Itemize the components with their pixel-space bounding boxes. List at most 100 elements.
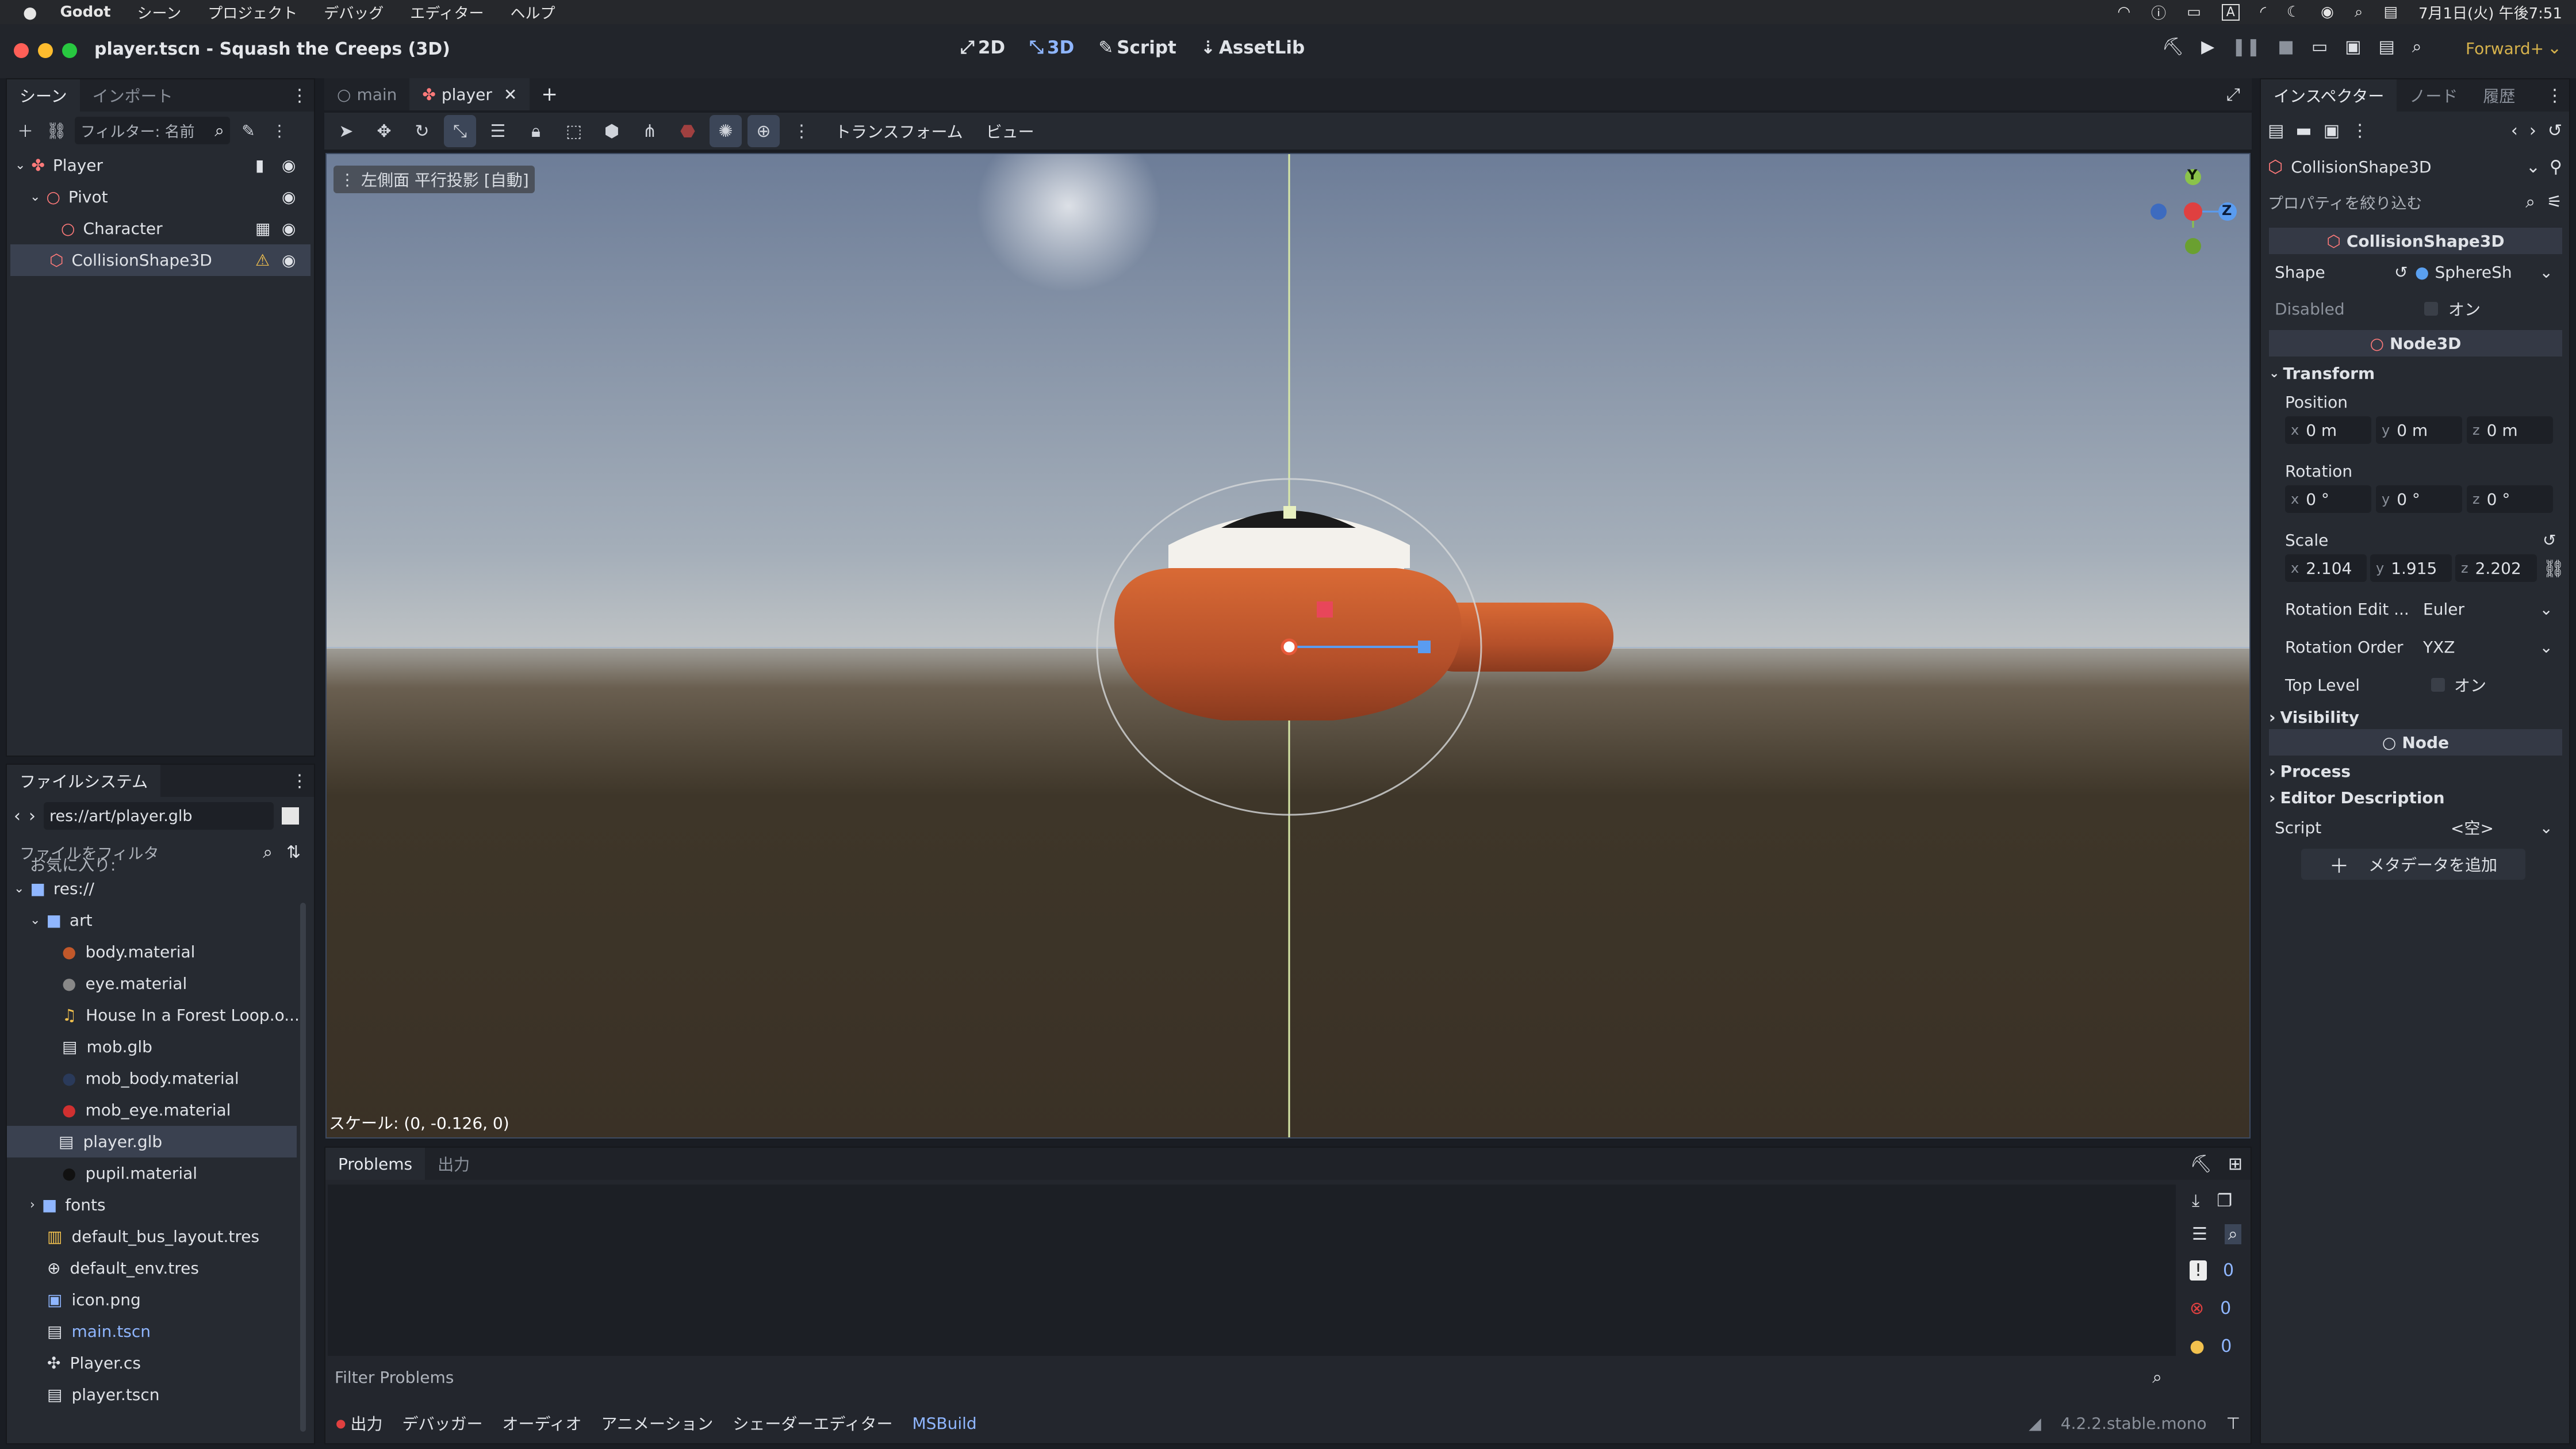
remote-icon[interactable]: ▭	[2312, 37, 2328, 57]
search-icon[interactable]: ⌕	[2224, 1224, 2241, 1244]
property-filter[interactable]: プロパティを絞り込む ⌕ ⚟	[2261, 184, 2569, 220]
menu-help[interactable]: ヘルプ	[510, 2, 555, 23]
close-window-button[interactable]	[14, 43, 29, 58]
bottom-bar-audio[interactable]: オーディオ	[502, 1412, 581, 1435]
play-custom-icon[interactable]: ▤	[2379, 37, 2395, 57]
tab-history[interactable]: 履歴	[2470, 79, 2528, 112]
kebab-icon[interactable]: ⋮	[785, 115, 818, 147]
menu-scene[interactable]: シーン	[137, 2, 182, 23]
script-attach-icon[interactable]: ✎	[236, 118, 261, 143]
link-icon[interactable]: ⛓	[44, 118, 69, 143]
menu-debug[interactable]: デバッグ	[324, 2, 384, 23]
back-icon[interactable]: ‹	[2511, 121, 2518, 141]
bottom-bar-msbuild[interactable]: MSBuild	[912, 1414, 976, 1433]
lock-icon[interactable]: 🔒︎	[520, 115, 552, 147]
group-icon[interactable]: ⬚	[558, 115, 590, 147]
fs-item-mob-body[interactable]: ● mob_body.material	[7, 1063, 314, 1094]
play-scene-icon[interactable]: ▣	[2345, 37, 2361, 57]
tab-filesystem[interactable]: ファイルシステム	[7, 765, 161, 797]
tree-row-player[interactable]: ⌄ ✤ Player ▮ ◉	[7, 150, 314, 181]
position-z[interactable]: z0 m	[2467, 416, 2553, 444]
warning-count[interactable]: ● 0	[2190, 1327, 2246, 1365]
download-icon[interactable]: ⤓	[2192, 1191, 2199, 1211]
tab-output[interactable]: 出力	[425, 1148, 482, 1180]
preview-camera-icon[interactable]: ⬣	[672, 115, 704, 147]
rotate-tool-icon[interactable]: ↻	[406, 115, 438, 147]
pause-icon[interactable]: ❚❚	[2232, 37, 2260, 57]
inspector-node-row[interactable]: ⬡ CollisionShape3D ⌄ ⚲	[2261, 150, 2569, 184]
warning-icon[interactable]: ⚠	[255, 251, 270, 270]
tree-row-collisionshape3d[interactable]: ⬡ CollisionShape3D ⚠ ◉	[10, 244, 310, 276]
fs-favorites-partial[interactable]: お気に入り:	[7, 856, 314, 873]
viewport-3d[interactable]: Y Z ⋮ 左側面 平行投影 [自動] スケール: (0, -0.126, 0)	[325, 153, 2251, 1138]
script-icon[interactable]: ▮	[255, 156, 264, 175]
pivot-center[interactable]	[1281, 638, 1298, 656]
mode-script[interactable]: ✎ Script	[1098, 37, 1176, 58]
fs-item-music[interactable]: ♫ House In a Forest Loop.o...	[7, 999, 314, 1031]
new-resource-icon[interactable]: ▤	[2268, 121, 2284, 141]
select-tool-icon[interactable]: ➤	[330, 115, 362, 147]
fs-item-player-tscn[interactable]: ▤ player.tscn	[7, 1379, 314, 1410]
shape-resource[interactable]: ● SphereSh ⌄	[2415, 263, 2553, 282]
view-menu[interactable]: ビュー	[986, 120, 1034, 143]
sun-preview-icon[interactable]: ✺	[710, 115, 742, 147]
eye-icon[interactable]: ◉	[282, 156, 296, 175]
pin-icon[interactable]: ⛏	[2190, 1154, 2212, 1174]
bottom-bar-output[interactable]: ● 出力	[336, 1412, 382, 1435]
revert-icon[interactable]: ↺	[2543, 531, 2556, 550]
fs-item-eye-material[interactable]: ● eye.material	[7, 968, 314, 999]
scale-z[interactable]: z 2.202	[2455, 554, 2537, 582]
movie-icon[interactable]: ⌕	[2412, 37, 2422, 57]
open-folder-icon[interactable]: ▬	[2295, 121, 2312, 141]
tab-problems[interactable]: Problems	[325, 1148, 425, 1180]
bottom-bar-debugger[interactable]: デバッガー	[402, 1412, 482, 1435]
tree-row-character[interactable]: ○ Character ▦ ◉	[7, 213, 314, 244]
add-node-icon[interactable]: ＋	[13, 118, 38, 143]
mode-2d[interactable]: ⤢ 2D	[960, 37, 1005, 58]
dock-menu-icon[interactable]: ⋮	[291, 86, 308, 106]
fs-path-field[interactable]: res://art/player.glb	[44, 802, 274, 830]
bottom-bar-animation[interactable]: アニメーション	[601, 1412, 714, 1435]
local-space-icon[interactable]: ⬢	[596, 115, 628, 147]
chevron-down-icon[interactable]: ⌄	[30, 913, 40, 927]
tab-inspector[interactable]: インスペクター	[2261, 79, 2397, 112]
view-menu-button[interactable]: ⋮ 左側面 平行投影 [自動]	[334, 166, 535, 193]
error-count[interactable]: ⊗ 0	[2190, 1289, 2246, 1327]
headphones-icon[interactable]: ◠	[2117, 3, 2130, 21]
eye-icon[interactable]: ◉	[282, 187, 296, 206]
fs-scrollbar[interactable]	[300, 903, 306, 1432]
scale-x[interactable]: x 2.104	[2285, 554, 2367, 582]
tab-scene[interactable]: シーン	[7, 79, 80, 112]
fs-item-player-glb[interactable]: ▤ player.glb	[7, 1126, 297, 1157]
close-icon[interactable]: ✕	[504, 85, 517, 104]
distraction-free-icon[interactable]: ⤢	[2226, 85, 2240, 105]
fs-item-bus-layout[interactable]: ▥ default_bus_layout.tres	[7, 1221, 314, 1252]
kebab-icon[interactable]: ⋮	[267, 118, 292, 143]
scale-handle-y[interactable]	[1283, 506, 1296, 519]
scale-y[interactable]: y 1.915	[2370, 554, 2452, 582]
position-y[interactable]: y0 m	[2376, 416, 2462, 444]
filter-options-icon[interactable]: ⚟	[2547, 192, 2562, 212]
chevron-down-icon[interactable]: ⌄	[2540, 263, 2553, 282]
tab-player[interactable]: ✤ player ✕	[409, 78, 530, 110]
link-icon[interactable]: ⛓	[2543, 559, 2564, 579]
rotation-z[interactable]: z0 °	[2467, 485, 2553, 513]
scene-instance-icon[interactable]: ▦	[255, 219, 270, 238]
menu-editor[interactable]: エディター	[410, 2, 484, 23]
mode-assetlib[interactable]: ⇣ AssetLib	[1201, 37, 1305, 58]
stop-icon[interactable]: ■	[2278, 37, 2294, 57]
menu-project[interactable]: プロジェクト	[208, 2, 297, 23]
chevron-down-icon[interactable]: ⌄	[2547, 38, 2562, 58]
add-tab-button[interactable]: +	[541, 83, 558, 106]
split-mode-icon[interactable]	[282, 807, 299, 825]
save-icon[interactable]: ▣	[2324, 121, 2340, 141]
forward-icon[interactable]: ›	[29, 806, 36, 826]
disabled-checkbox[interactable]	[2424, 302, 2438, 316]
tab-import[interactable]: インポート	[80, 79, 186, 112]
forward-icon[interactable]: ›	[2529, 121, 2536, 141]
play-icon[interactable]: ▶	[2201, 37, 2214, 57]
clock[interactable]: 7月1日(火) 午後7:51	[2418, 2, 2562, 23]
back-icon[interactable]: ‹	[14, 806, 21, 826]
bottom-bar-shader[interactable]: シェーダーエディター	[733, 1412, 892, 1435]
object-props-icon[interactable]: ⚲	[2550, 157, 2562, 177]
